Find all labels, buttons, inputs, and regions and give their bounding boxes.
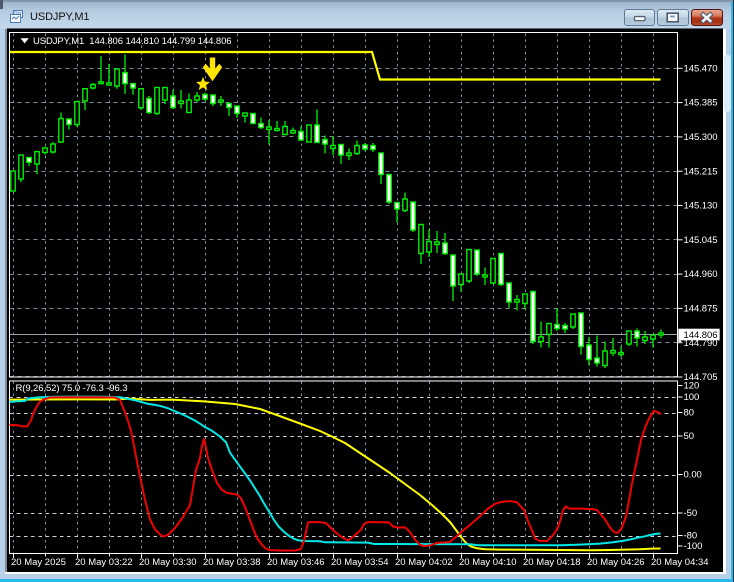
svg-text:144.875: 144.875 — [684, 304, 718, 315]
svg-text:20 May 03:30: 20 May 03:30 — [139, 557, 197, 568]
svg-text:0.00: 0.00 — [684, 470, 702, 481]
svg-text:145.470: 145.470 — [684, 63, 718, 74]
svg-text:145.300: 145.300 — [684, 132, 718, 143]
svg-text:144.806: 144.806 — [684, 330, 718, 341]
svg-text:-80: -80 — [684, 531, 698, 542]
svg-text:120: 120 — [684, 381, 700, 392]
svg-text:-100: -100 — [684, 541, 703, 552]
svg-text:-50: -50 — [684, 508, 698, 519]
svg-text:20 May 03:22: 20 May 03:22 — [75, 557, 133, 568]
svg-text:20 May 04:26: 20 May 04:26 — [587, 557, 645, 568]
svg-text:145.130: 145.130 — [684, 201, 718, 212]
svg-text:20 May 03:46: 20 May 03:46 — [267, 557, 325, 568]
svg-text:20 May 04:18: 20 May 04:18 — [523, 557, 581, 568]
svg-text:100: 100 — [684, 392, 700, 403]
svg-text:20 May 04:34: 20 May 04:34 — [651, 557, 709, 568]
svg-text:80: 80 — [684, 408, 694, 419]
svg-text:USDJPY,M1 144.806 144.810 144: USDJPY,M1 144.806 144.810 144.799 144.80… — [33, 36, 231, 47]
svg-text:145.215: 145.215 — [684, 166, 718, 177]
svg-text:20 May 03:54: 20 May 03:54 — [331, 557, 389, 568]
svg-text:20 May 03:38: 20 May 03:38 — [203, 557, 261, 568]
svg-text:20 May 2025: 20 May 2025 — [11, 557, 66, 568]
svg-text:R(9,26,52) 75.0 -76.3 -96.3: R(9,26,52) 75.0 -76.3 -96.3 — [16, 383, 128, 394]
svg-text:20 May 04:02: 20 May 04:02 — [395, 557, 453, 568]
svg-text:144.960: 144.960 — [684, 269, 718, 280]
svg-text:145.045: 145.045 — [684, 235, 718, 246]
svg-text:20 May 04:10: 20 May 04:10 — [459, 557, 517, 568]
svg-text:50: 50 — [684, 431, 694, 442]
svg-text:145.385: 145.385 — [684, 98, 718, 109]
